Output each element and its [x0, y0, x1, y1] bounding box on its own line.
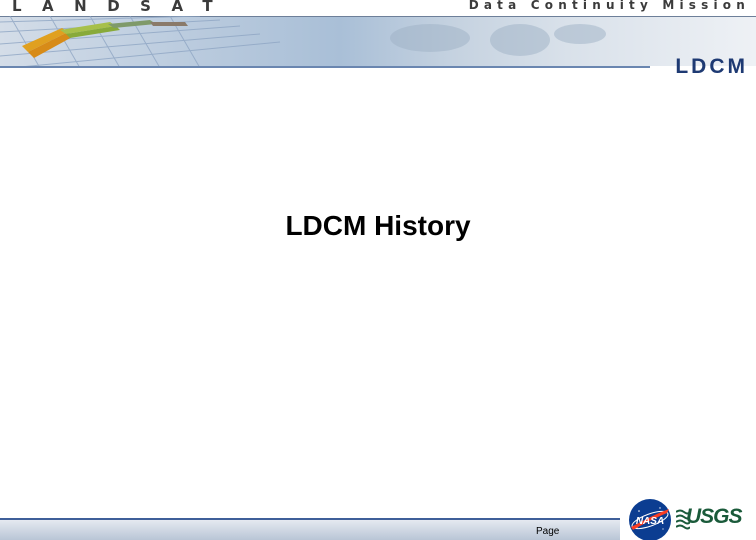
header-top-row: LANDSAT Data Continuity Mission: [0, 0, 756, 16]
earth-grid-graphic: [0, 16, 606, 68]
footer-divider: [0, 518, 620, 520]
slide: LANDSAT Data Continuity Mission LDCM LDC…: [0, 0, 756, 540]
mission-subtitle: Data Continuity Mission: [468, 0, 750, 12]
footer-bar: [0, 518, 620, 540]
nasa-logo-icon: NASA: [629, 499, 671, 540]
nasa-logo-text: NASA: [636, 516, 664, 527]
usgs-logo: USGS: [686, 505, 743, 528]
header-banner: LANDSAT Data Continuity Mission LDCM: [0, 0, 756, 80]
slide-title: LDCM History: [285, 210, 471, 241]
ldcm-logo: LDCM: [675, 55, 748, 78]
banner-divider-bottom: [0, 66, 650, 68]
page-label: Page: [536, 526, 560, 537]
landsat-title: LANDSAT: [12, 0, 234, 15]
